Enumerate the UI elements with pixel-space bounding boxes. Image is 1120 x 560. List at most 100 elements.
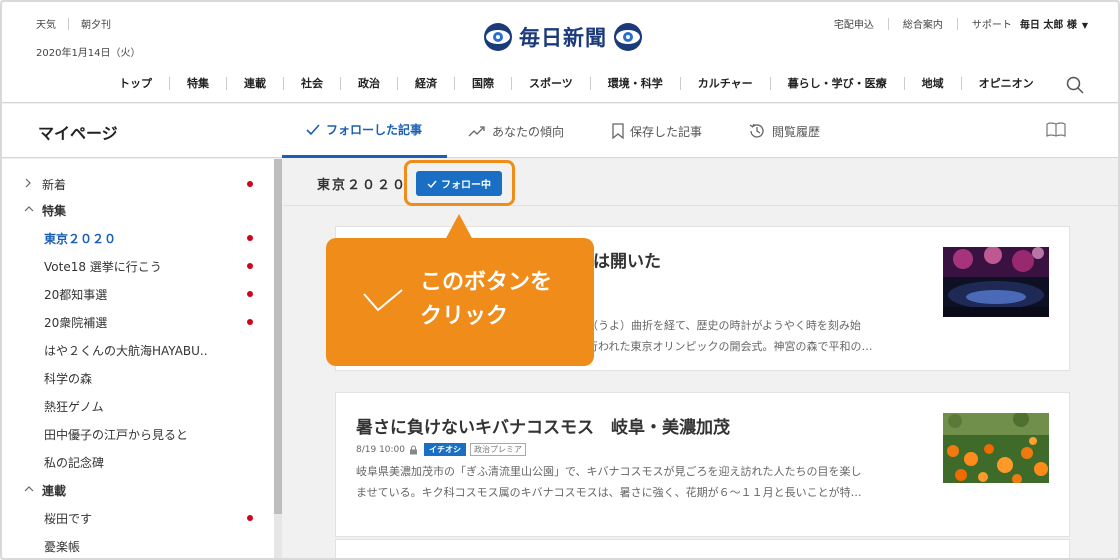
- book-icon[interactable]: [1046, 122, 1066, 138]
- unread-dot: [247, 319, 253, 325]
- unread-dot: [247, 263, 253, 269]
- article-thumbnail[interactable]: [943, 413, 1049, 483]
- weather-link[interactable]: 天気: [36, 16, 56, 31]
- check-icon: [427, 180, 437, 188]
- article-thumbnail[interactable]: [943, 247, 1049, 317]
- topic-title: 東京２０２０: [317, 178, 408, 193]
- sidebar: 新着 特集 東京２０２０ Vote18 選挙に行こう 20都知事選 20衆院補選…: [2, 159, 282, 558]
- sidebar-item-label: 20衆院補選: [44, 315, 108, 330]
- nav-item-science[interactable]: 環境・科学: [591, 77, 681, 90]
- user-menu[interactable]: 毎日 太郎 様 ▼: [1020, 16, 1088, 31]
- nav-item-region[interactable]: 地域: [905, 77, 962, 90]
- sidebar-item-governor-election[interactable]: 20都知事選: [2, 280, 272, 308]
- callout-tail: [445, 214, 473, 240]
- util-right: 宅配申込 総合案内 サポート 毎日 太郎 様 ▼: [834, 16, 1088, 31]
- callout-text: このボタンを クリック: [420, 266, 580, 334]
- logo-mark-left-icon: [484, 23, 512, 51]
- nav-item-opinion[interactable]: オピニオン: [962, 77, 1051, 90]
- delivery-link[interactable]: 宅配申込: [834, 16, 874, 31]
- tab-trend[interactable]: あなたの傾向: [468, 104, 564, 158]
- follow-button[interactable]: フォロー中: [416, 171, 502, 196]
- util-left: 天気 朝夕刊: [36, 16, 111, 31]
- lock-icon: [410, 444, 418, 454]
- badge-pickup: イチオシ: [424, 443, 467, 456]
- nav-item-feature[interactable]: 特集: [170, 77, 227, 90]
- article-excerpt: 余（うよ）曲折を経て、歴史の時計がようやく時を刻み始 に行われた東京オリンピック…: [576, 315, 921, 357]
- sidebar-item-label: 連載: [42, 483, 67, 498]
- sidebar-group-feature[interactable]: 特集: [2, 196, 272, 224]
- sidebar-item-label: はや２くんの大航海HAYABU..: [44, 343, 208, 358]
- chevron-up-icon: [2, 205, 34, 216]
- callout-line: このボタンを: [420, 270, 553, 295]
- sidebar-item-monument[interactable]: 私の記念碑: [2, 448, 272, 476]
- unread-dot: [247, 235, 253, 241]
- chevron-up-icon: [2, 485, 34, 496]
- nav-item-series[interactable]: 連載: [227, 77, 284, 90]
- nav-item-politics[interactable]: 政治: [341, 77, 398, 90]
- tab-label: 保存した記事: [630, 124, 703, 139]
- nav-item-top[interactable]: トップ: [102, 77, 170, 90]
- article-card[interactable]: 暑さに負けないキバナコスモス 岐阜・美濃加茂 8/19 10:00 イチオシ 政…: [335, 392, 1070, 537]
- nav-item-sports[interactable]: スポーツ: [512, 77, 591, 90]
- article-date: 8/19 10:00: [356, 444, 406, 455]
- nav-item-life[interactable]: 暮らし・学び・医療: [771, 77, 905, 90]
- topic-header: 東京２０２０ フォロー中: [283, 159, 1118, 206]
- callout-line: クリック: [420, 304, 509, 329]
- sidebar-item-yurakucho[interactable]: 憂楽帳: [2, 532, 272, 558]
- sidebar-item-label: 憂楽帳: [44, 539, 81, 554]
- scrollbar-thumb[interactable]: [274, 159, 282, 514]
- sidebar-scrollbar[interactable]: [274, 159, 282, 558]
- unread-dot: [247, 291, 253, 297]
- tab-label: あなたの傾向: [492, 124, 565, 139]
- check-icon: [306, 123, 320, 135]
- sidebar-item-vote18[interactable]: Vote18 選挙に行こう: [2, 252, 272, 280]
- unread-dot: [247, 515, 253, 521]
- excerpt-line: に行われた東京オリンピックの開会式。神宮の森で平和の…: [576, 340, 873, 353]
- sidebar-item-tokyo2020[interactable]: 東京２０２０: [2, 224, 272, 252]
- nav-item-economy[interactable]: 経済: [398, 77, 455, 90]
- guide-link[interactable]: 総合案内: [903, 16, 943, 31]
- nav-item-international[interactable]: 国際: [455, 77, 512, 90]
- history-icon: [749, 123, 764, 138]
- article-title[interactable]: 暑さに負けないキバナコスモス 岐阜・美濃加茂: [356, 413, 730, 438]
- sidebar-item-sakurada[interactable]: 桜田です: [2, 504, 272, 532]
- sidebar-item-label: 私の記念碑: [44, 455, 105, 470]
- sidebar-item-label: 熱狂ゲノム: [44, 399, 104, 414]
- article-meta: 8/19 10:00 イチオシ 政治プレミア: [356, 443, 527, 456]
- nav-item-society[interactable]: 社会: [284, 77, 341, 90]
- tab-history[interactable]: 閲覧履歴: [748, 104, 820, 158]
- article-card[interactable]: [335, 539, 1070, 558]
- sidebar-item-new[interactable]: 新着: [2, 170, 272, 198]
- support-link[interactable]: サポート: [972, 16, 1012, 31]
- sidebar-item-by-election[interactable]: 20衆院補選: [2, 308, 272, 336]
- sidebar-item-science-forest[interactable]: 科学の森: [2, 364, 272, 392]
- sidebar-item-edo[interactable]: 田中優子の江戸から見ると: [2, 420, 272, 448]
- sidebar-item-hayabusa[interactable]: はや２くんの大航海HAYABU..: [2, 336, 272, 364]
- tab-followed[interactable]: フォローした記事: [282, 104, 447, 158]
- sidebar-group-series[interactable]: 連載: [2, 476, 272, 504]
- tab-saved[interactable]: 保存した記事: [612, 104, 702, 158]
- sidebar-item-label: 東京２０２０: [44, 231, 117, 246]
- edition-link[interactable]: 朝夕刊: [81, 16, 111, 31]
- trend-icon: [468, 126, 485, 137]
- mypage-tabbar: マイページ フォローした記事 あなたの傾向 保存した記事 閲覧履歴: [2, 104, 1118, 158]
- page-title: マイページ: [38, 124, 118, 143]
- sidebar-item-label: Vote18 選挙に行こう: [44, 259, 162, 274]
- check-icon: [363, 289, 403, 312]
- sidebar-item-label: 新着: [42, 177, 67, 192]
- search-icon[interactable]: [1066, 76, 1084, 94]
- excerpt-line: 岐阜県美濃加茂市の「ぎふ清流里山公園」で、キバナコスモスが見ごろを迎え訪れた人た…: [356, 465, 862, 478]
- sidebar-item-genome[interactable]: 熱狂ゲノム: [2, 392, 272, 420]
- divider: [956, 17, 958, 30]
- logo-mark-right-icon: [614, 23, 642, 51]
- sidebar-item-label: 桜田です: [44, 511, 93, 526]
- tab-label: 閲覧履歴: [772, 124, 821, 139]
- site-logo[interactable]: 毎日新聞: [483, 22, 643, 52]
- divider: [887, 17, 889, 30]
- global-nav: トップ 特集 連載 社会 政治 経済 国際 スポーツ 環境・科学 カルチャー 暮…: [102, 77, 1051, 90]
- sidebar-item-label: 科学の森: [44, 371, 93, 386]
- sidebar-item-label: 田中優子の江戸から見ると: [44, 427, 189, 442]
- badge-premium: 政治プレミア: [470, 443, 527, 456]
- cosmos-flowers-image: [943, 413, 1049, 483]
- nav-item-culture[interactable]: カルチャー: [681, 77, 771, 90]
